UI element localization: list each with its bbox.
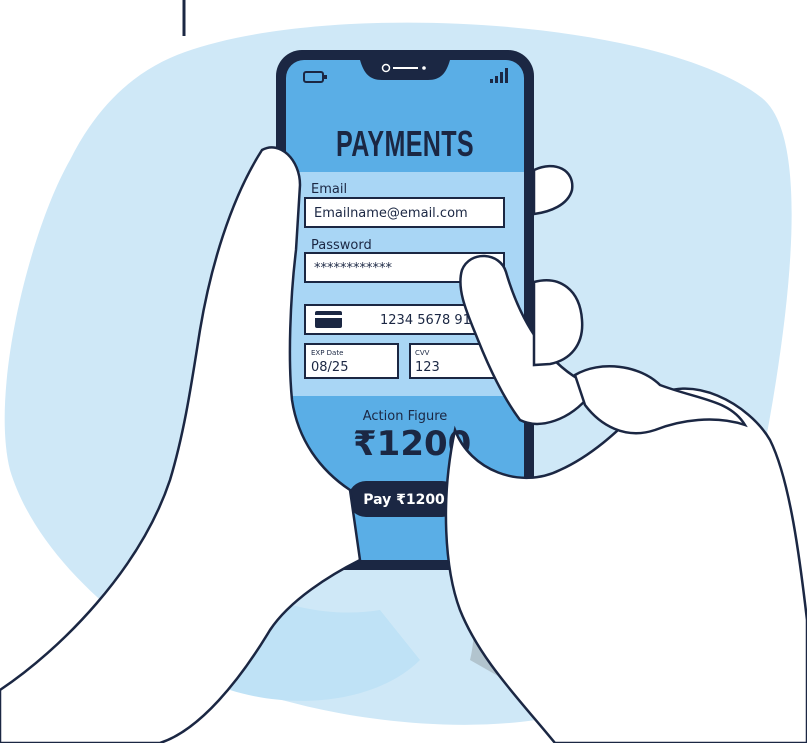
card-number-value: 1234 5678 910 [380, 313, 479, 328]
email-label: Email [311, 182, 347, 197]
password-label: Password [311, 238, 372, 253]
exp-date-label: EXP Date [311, 349, 343, 357]
cvv-value: 123 [415, 360, 440, 375]
pay-button-label: Pay ₹1200 [363, 492, 445, 508]
screen-title: PAYMENTS [336, 123, 474, 164]
email-value: Emailname@email.com [314, 206, 468, 221]
camera-notch [360, 60, 450, 80]
password-value: ************ [314, 261, 393, 276]
cvv-label: CVV [415, 349, 430, 357]
exp-date-value: 08/25 [311, 360, 348, 375]
product-name: Action Figure [363, 409, 448, 424]
payment-illustration: PAYMENTS Email Emailname@email.com Passw… [0, 0, 807, 743]
credit-card-icon [315, 311, 342, 328]
